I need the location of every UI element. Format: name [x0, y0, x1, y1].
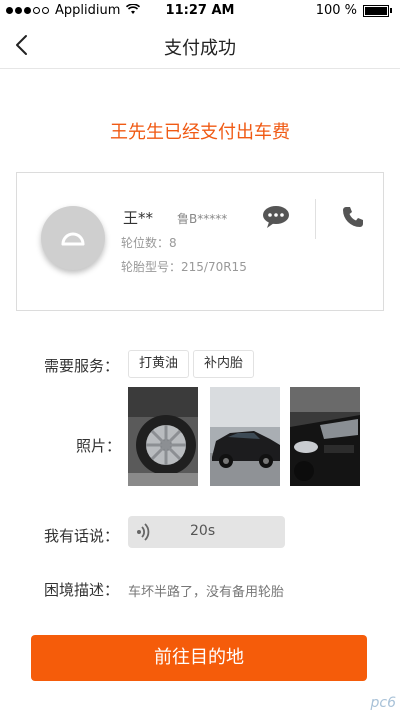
page-title: 支付成功 — [164, 38, 236, 59]
payment-headline: 王先生已经支付出车费 — [110, 122, 290, 143]
phone-icon — [343, 207, 363, 227]
photo-tire[interactable] — [128, 387, 198, 486]
description-text: 车坏半路了，没有备用轮胎 — [128, 585, 285, 600]
license-plate: 鲁B***** — [177, 212, 228, 226]
tire-model: 轮胎型号：215/70R15 — [121, 260, 247, 274]
voice-message-button[interactable]: 20s — [128, 516, 285, 548]
voice-label: 我有话说： — [44, 527, 120, 545]
sound-wave-icon — [137, 523, 150, 541]
description-label: 困境描述： — [44, 581, 120, 599]
status-bar: Applidium 11:27 AM 100 % — [0, 0, 400, 22]
nav-bar: 支付成功 — [0, 22, 400, 69]
battery-area: 100 % — [316, 3, 392, 18]
photos-label: 照片： — [76, 437, 122, 455]
battery-percent: 100 % — [315, 3, 357, 18]
service-label: 需要服务： — [44, 357, 120, 375]
card-divider — [315, 199, 316, 239]
battery-tip — [390, 8, 392, 13]
photo-car-side[interactable] — [210, 387, 280, 486]
user-avatar-icon — [61, 232, 85, 246]
watermark-logo: pc6 — [370, 695, 397, 711]
user-card: 王** 鲁B***** 轮位数：8 轮胎型号：215/70R15 — [16, 172, 384, 311]
user-name: 王** — [123, 209, 154, 227]
seat-count: 轮位数：8 — [121, 236, 177, 250]
chat-button[interactable] — [262, 205, 290, 229]
service-tag-grease: 打黄油 — [128, 350, 190, 378]
photo-car-front[interactable] — [290, 387, 360, 486]
phone-button[interactable] — [341, 205, 365, 229]
avatar — [41, 206, 105, 270]
service-tag-inner-tube: 补内胎 — [193, 350, 255, 378]
navigate-destination-button[interactable]: 前往目的地 — [31, 635, 367, 681]
voice-duration: 20s — [190, 523, 216, 539]
chat-bubble-icon — [263, 206, 289, 228]
battery-icon — [363, 4, 389, 17]
